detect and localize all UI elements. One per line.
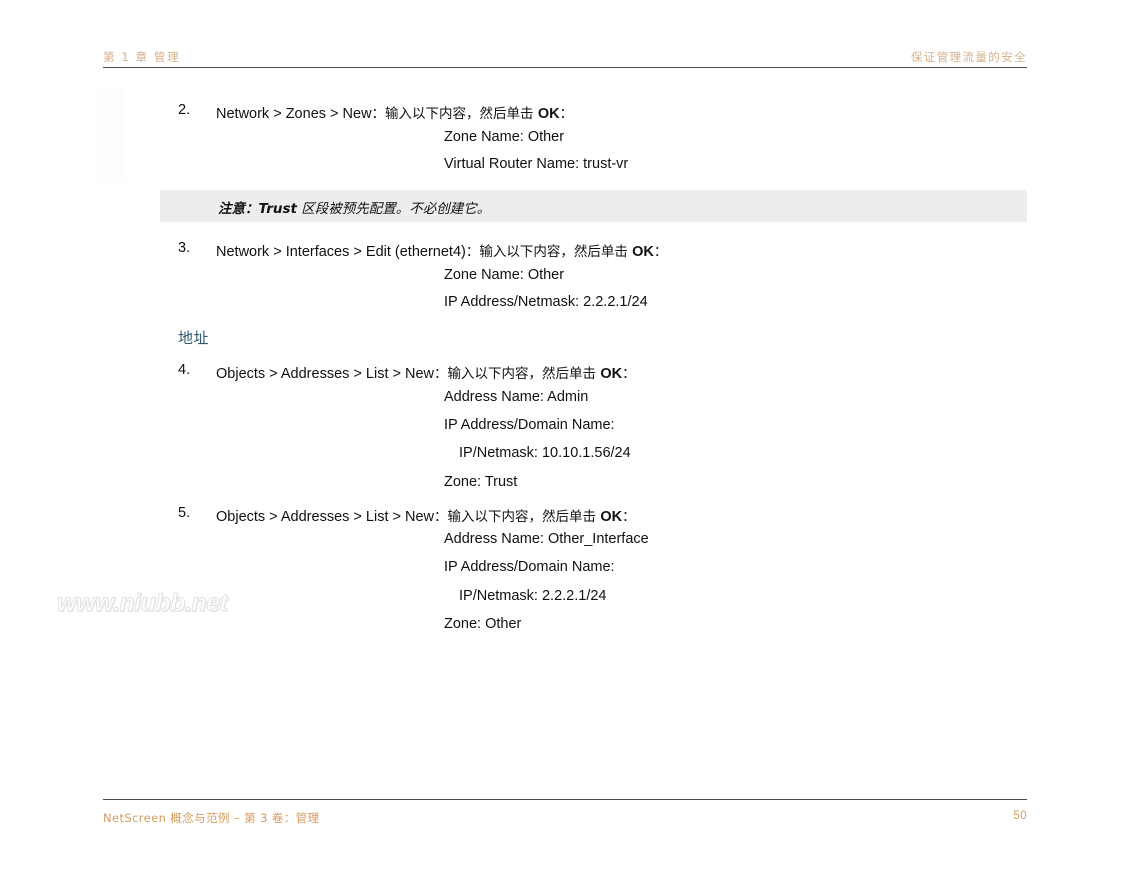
document-page: 第 1 章 管理 保证管理流量的安全 2. Network > Zones > …: [0, 0, 1129, 872]
step-instruction: Objects > Addresses > List > New：输入以下内容，…: [216, 505, 636, 525]
step-subline: Virtual Router Name: trust-vr: [444, 156, 629, 172]
running-footer: NetScreen 概念与范例 – 第 3 卷：管理 50: [103, 810, 1027, 828]
ok-button-label: OK: [537, 106, 560, 122]
step-number: 5.: [178, 505, 191, 521]
footer-page-number: 50: [1013, 810, 1027, 822]
step-subline: IP Address/Netmask: 2.2.2.1/24: [444, 294, 648, 310]
step-navigation-path: Objects > Addresses > List > New: [216, 509, 435, 525]
step-instruction-prefix: ：输入以下内容，然后单击: [434, 366, 601, 382]
header-section-label: 保证管理流量的安全: [910, 50, 1027, 64]
ok-button-label: OK: [632, 244, 654, 260]
step-navigation-path: Network > Interfaces > Edit (ethernet4): [216, 244, 466, 260]
step-subline: Zone: Other: [444, 616, 522, 632]
step-number: 3.: [178, 240, 191, 256]
step-instruction-prefix: ：输入以下内容，然后单击: [465, 244, 633, 260]
note-highlight-term: Trust: [258, 201, 297, 217]
step-instruction-suffix: ：: [622, 366, 636, 382]
step-subline: Zone: Trust: [444, 474, 518, 490]
step-instruction-suffix: ：: [559, 106, 574, 122]
step-subline: IP/Netmask: 10.10.1.56/24: [459, 445, 631, 461]
footer-document-title: NetScreen 概念与范例 – 第 3 卷：管理: [103, 811, 320, 825]
step-subline: Zone Name: Other: [444, 129, 565, 145]
step-number: 4.: [178, 362, 191, 378]
header-chapter-label: 第 1 章 管理: [103, 50, 181, 64]
step-instruction: Network > Zones > New：输入以下内容，然后单击 OK：: [216, 102, 573, 122]
step-instruction-prefix: ：输入以下内容，然后单击: [371, 106, 538, 122]
running-header: 第 1 章 管理 保证管理流量的安全: [103, 49, 1027, 69]
footer-rule: [103, 799, 1027, 800]
site-watermark: www.niubb.net: [56, 589, 228, 618]
step-subline: IP/Netmask: 2.2.2.1/24: [459, 588, 607, 604]
step-navigation-path: Objects > Addresses > List > New: [216, 366, 435, 382]
note-text: 注意：Trust 区段被预先配置。不必创建它。: [218, 197, 490, 217]
section-heading-address: 地址: [178, 329, 210, 347]
step-navigation-path: Network > Zones > New: [216, 106, 372, 122]
step-instruction-suffix: ：: [622, 509, 636, 525]
note-body: 区段被预先配置。不必创建它。: [296, 201, 491, 217]
step-subline: Zone Name: Other: [444, 267, 565, 283]
ok-button-label: OK: [600, 366, 623, 382]
note-callout: 注意：Trust 区段被预先配置。不必创建它。: [160, 190, 1027, 222]
step-instruction: Objects > Addresses > List > New：输入以下内容，…: [216, 362, 636, 382]
ok-button-label: OK: [600, 509, 623, 525]
note-label: 注意：: [218, 201, 259, 217]
step-subline: Address Name: Other_Interface: [444, 531, 649, 547]
step-number: 2.: [178, 102, 191, 118]
step-subline: IP Address/Domain Name:: [444, 559, 615, 575]
scan-artifact: [96, 86, 124, 182]
step-subline: Address Name: Admin: [444, 389, 589, 405]
step-instruction: Network > Interfaces > Edit (ethernet4)：…: [216, 240, 667, 260]
step-subline: IP Address/Domain Name:: [444, 417, 615, 433]
step-instruction-prefix: ：输入以下内容，然后单击: [434, 509, 601, 525]
step-instruction-suffix: ：: [653, 244, 668, 260]
header-rule: [103, 67, 1027, 68]
